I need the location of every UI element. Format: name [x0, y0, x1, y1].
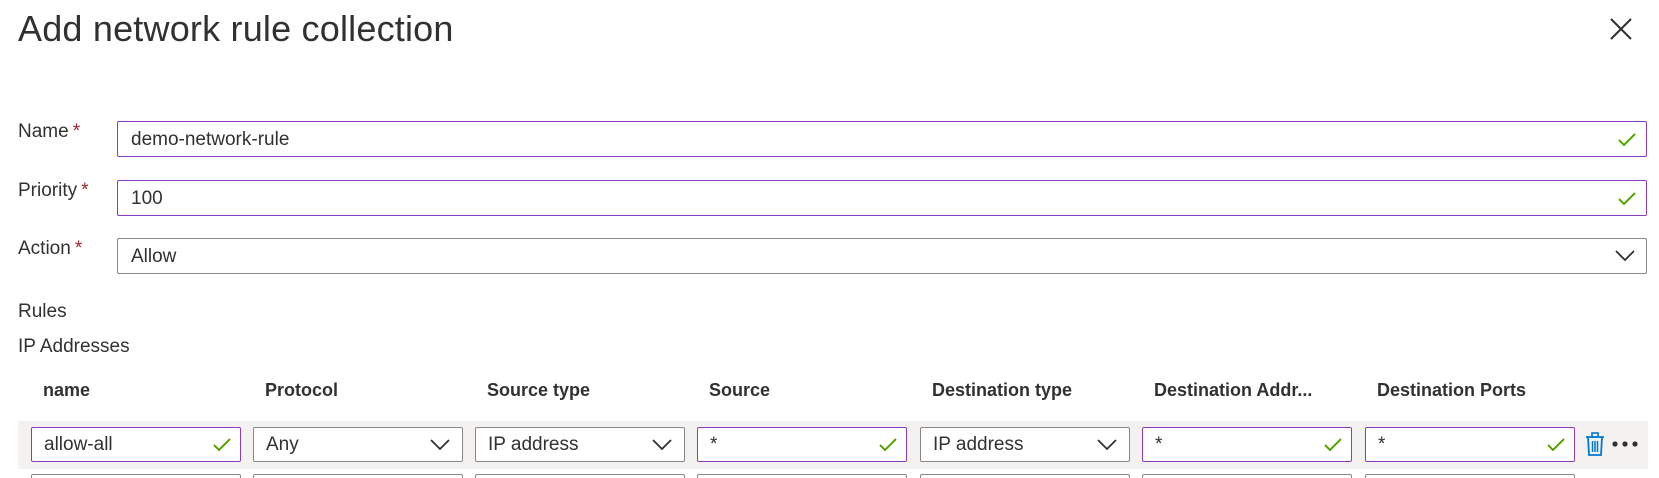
trash-icon[interactable] — [1584, 432, 1606, 456]
name-label-text: Name — [18, 121, 69, 142]
protocol-value: Any — [266, 434, 299, 455]
priority-input-value: 100 — [131, 188, 163, 209]
destination-address-value: * — [1155, 434, 1163, 455]
destination-ports-input[interactable]: * — [1365, 427, 1575, 462]
destination-address-input[interactable]: * — [1142, 427, 1352, 462]
column-header-source: Source — [709, 380, 771, 400]
new-rule-name-input[interactable] — [31, 474, 241, 478]
name-label: Name * — [18, 121, 80, 143]
priority-label: Priority * — [18, 180, 89, 202]
action-dropdown-value: Allow — [131, 246, 177, 267]
close-icon[interactable] — [1608, 16, 1634, 42]
column-header-destination-type: Destination type — [932, 380, 1073, 400]
new-destination-type-dropdown[interactable] — [920, 474, 1130, 478]
rules-grid-header: name Protocol Source type Source Destina… — [0, 380, 1659, 406]
required-marker: * — [74, 238, 83, 259]
rule-name-input[interactable]: allow-all — [31, 427, 241, 462]
more-options-icon[interactable] — [1611, 440, 1639, 448]
chevron-down-icon — [1615, 250, 1635, 262]
checkmark-icon — [1547, 438, 1565, 452]
source-type-dropdown[interactable]: IP address — [475, 427, 685, 462]
panel-title: Add network rule collection — [18, 8, 454, 49]
column-header-protocol: Protocol — [265, 380, 339, 400]
action-label: Action * — [18, 238, 82, 260]
column-header-destination-ports: Destination Ports — [1377, 380, 1527, 400]
new-destination-address-input[interactable] — [1142, 474, 1352, 478]
checkmark-icon — [1618, 192, 1636, 206]
rules-section-label: Rules — [18, 301, 67, 322]
new-protocol-dropdown[interactable] — [253, 474, 463, 478]
name-input[interactable]: demo-network-rule — [117, 121, 1647, 157]
new-destination-ports-input[interactable] — [1365, 474, 1575, 478]
source-value: * — [710, 434, 718, 455]
source-input[interactable]: * — [697, 427, 907, 462]
priority-label-text: Priority — [18, 180, 78, 201]
column-header-destination-address: Destination Addr... — [1154, 380, 1313, 400]
destination-type-value: IP address — [933, 434, 1024, 455]
action-label-text: Action — [18, 238, 71, 259]
chevron-down-icon — [1097, 439, 1117, 451]
column-header-source-type: Source type — [487, 380, 591, 400]
column-header-name: name — [43, 380, 91, 400]
chevron-down-icon — [430, 439, 450, 451]
action-dropdown[interactable]: Allow — [117, 238, 1647, 274]
name-input-value: demo-network-rule — [131, 129, 290, 150]
protocol-dropdown[interactable]: Any — [253, 427, 463, 462]
new-source-input[interactable] — [697, 474, 907, 478]
required-marker: * — [72, 121, 81, 142]
checkmark-icon — [1324, 438, 1342, 452]
required-marker: * — [81, 180, 89, 201]
destination-type-dropdown[interactable]: IP address — [920, 427, 1130, 462]
new-source-type-dropdown[interactable] — [475, 474, 685, 478]
checkmark-icon — [213, 438, 231, 452]
rule-name-value: allow-all — [44, 434, 113, 455]
checkmark-icon — [879, 438, 897, 452]
priority-input[interactable]: 100 — [117, 180, 1647, 216]
checkmark-icon — [1618, 133, 1636, 147]
ip-addresses-section-label: IP Addresses — [18, 336, 130, 357]
destination-ports-value: * — [1378, 434, 1386, 455]
source-type-value: IP address — [488, 434, 579, 455]
chevron-down-icon — [652, 439, 672, 451]
